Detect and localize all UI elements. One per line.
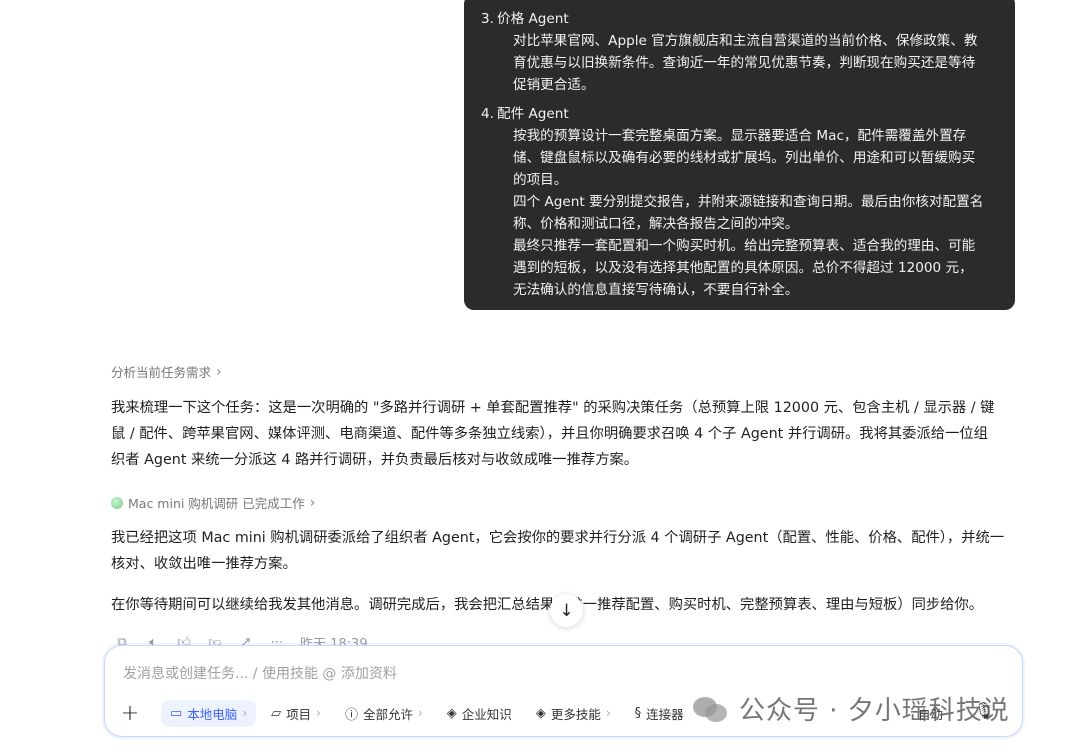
- assistant-reply: 我来梳理一下这个任务：这是一次明确的 "多路并行调研 + 单套配置推荐" 的采购…: [111, 395, 1016, 473]
- layers-icon: ◈: [535, 705, 546, 721]
- list-number: 3.: [481, 11, 494, 27]
- tool-label: 更多技能: [550, 706, 601, 722]
- more-skills-button[interactable]: ◈ 更多技能 ›: [527, 700, 620, 727]
- list-item: 3. 价格 Agent 对比苹果官网、Apple 官方旗舰店和主流自营渠道的当前…: [481, 8, 997, 96]
- chevron-right-icon: ›: [242, 706, 248, 720]
- text-line: 的项目。: [513, 172, 568, 188]
- tool-label: 连接器: [646, 706, 684, 722]
- chevron-right-icon: ›: [309, 494, 316, 511]
- status-dot-icon: [111, 496, 123, 509]
- text-line: 促销更合适。: [513, 77, 595, 93]
- text-line: 我来梳理一下这个任务：这是一次明确的 "多路并行调研 + 单套配置推荐" 的采购…: [111, 400, 995, 416]
- analysis-toggle[interactable]: 分析当前任务需求 ›: [111, 362, 222, 381]
- chevron-right-icon: ›: [605, 706, 611, 720]
- text-line: 核对、收敛出唯一推荐方案。: [111, 556, 297, 572]
- text-line: 育优惠与以旧换新条件。查询近一年的常见优惠节奏，判断现在购买还是等待: [513, 55, 976, 71]
- local-computer-button[interactable]: ▭ 本地电脑 ›: [161, 699, 257, 727]
- agent-title: 配件 Agent: [497, 106, 569, 122]
- text-line: 织者 Agent 来统一分派这 4 路并行调研，并负责最后核对与收敛成唯一推荐方…: [111, 452, 639, 468]
- add-button[interactable]: +: [117, 701, 143, 726]
- message-input[interactable]: 发消息或创建任务... / 使用技能 @ 添加资料: [123, 663, 397, 683]
- text-line: 遇到的短板，以及没有选择其他配置的具体原因。总价不得超过 12000 元，: [513, 260, 973, 276]
- text-line: 我已经把这项 Mac mini 购机调研委派给了组织者 Agent，它会按你的要…: [111, 530, 1005, 546]
- user-message-bubble: 3. 价格 Agent 对比苹果官网、Apple 官方旗舰店和主流自营渠道的当前…: [464, 0, 1015, 310]
- analysis-label: 分析当前任务需求: [111, 365, 212, 380]
- text-line: 储、键盘鼠标以及确有必要的线材或扩展坞。列出单价、用途和可以暂缓购买: [513, 150, 976, 166]
- text-line: 对比苹果官网、Apple 官方旗舰店和主流自营渠道的当前价格、保修政策、教: [513, 33, 978, 49]
- project-button[interactable]: ▱ 项目 ›: [262, 700, 330, 727]
- enterprise-knowledge-button[interactable]: ◈ 企业知识: [438, 700, 521, 727]
- alert-circle-icon: ⓘ: [344, 707, 358, 723]
- tool-label: 全部允许: [362, 706, 413, 722]
- connector-button[interactable]: § 连接器: [626, 700, 693, 727]
- laptop-icon: ▭: [170, 705, 183, 721]
- chevron-right-icon: ›: [216, 363, 222, 380]
- wechat-logo-icon: [693, 694, 729, 724]
- chevron-right-icon: ›: [417, 706, 423, 720]
- arrow-down-icon: ↓: [559, 600, 574, 621]
- folder-icon: ▱: [271, 705, 282, 721]
- watermark: 公众号 · 夕小瑶科技说: [693, 690, 1010, 727]
- agent-title: 价格 Agent: [497, 11, 569, 27]
- text-line: 鼠 / 配件、跨苹果官网、媒体评测、电商渠道、配件等多条独立线索），并且你明确要…: [111, 426, 988, 442]
- text-line: 按我的预算设计一套完整桌面方案。显示器要适合 Mac，配件需覆盖外置存: [513, 128, 967, 144]
- text-line: 最终只推荐一套配置和一个购买时机。给出完整预算表、适合我的理由、可能: [513, 238, 976, 254]
- scroll-to-bottom-button[interactable]: ↓: [550, 594, 583, 627]
- watermark-text: 公众号 · 夕小瑶科技说: [739, 696, 1010, 726]
- task-status-link[interactable]: Mac mini 购机调研 已完成工作 ›: [111, 493, 315, 512]
- text-line: 无法确认的信息直接写待确认，不要自行补全。: [513, 282, 799, 298]
- chevron-right-icon: ›: [316, 706, 321, 720]
- tool-label: 本地电脑: [187, 706, 238, 722]
- text-line: 称、价格和测试口径，解决各报告之间的冲突。: [513, 216, 799, 232]
- tool-label: 企业知识: [461, 706, 512, 722]
- assistant-reply: 我已经把这项 Mac mini 购机调研委派给了组织者 Agent，它会按你的要…: [111, 525, 1016, 577]
- task-status-label: Mac mini 购机调研 已完成工作: [128, 496, 305, 511]
- tool-label: 项目: [286, 706, 312, 722]
- list-number: 4.: [481, 106, 494, 122]
- permission-button[interactable]: ⓘ 全部允许 ›: [336, 700, 432, 727]
- text-line: 四个 Agent 要分别提交报告，并附来源链接和查询日期。最后由你核对配置名: [513, 194, 984, 210]
- list-item: 4. 配件 Agent 按我的预算设计一套完整桌面方案。显示器要适合 Mac，配…: [481, 103, 997, 301]
- layers-icon: ◈: [446, 705, 457, 721]
- link-icon: §: [634, 705, 642, 721]
